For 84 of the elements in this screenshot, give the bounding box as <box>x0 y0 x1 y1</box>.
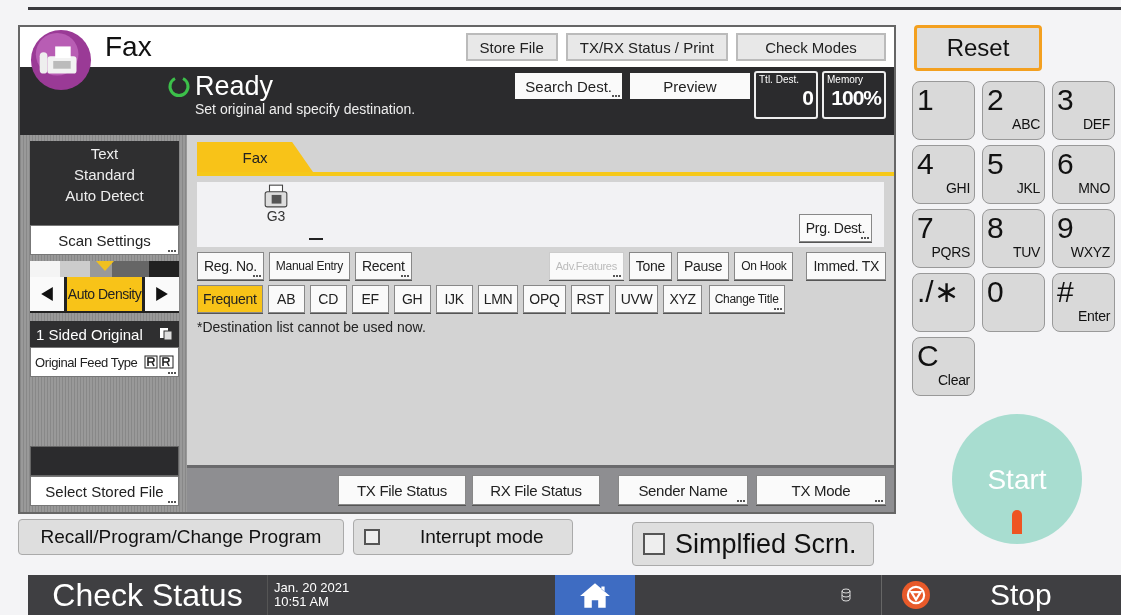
entry-button[interactable]: Pause <box>677 252 730 280</box>
lighter-button[interactable] <box>30 277 64 311</box>
index-tab[interactable]: LMN <box>477 285 519 313</box>
line-type-text: G3 <box>266 208 286 224</box>
keypad-key[interactable]: 3 DEF <box>1052 81 1115 140</box>
setting-text: Auto Detect <box>65 186 144 206</box>
footer-button[interactable]: RX File Status <box>472 475 600 505</box>
header-button[interactable]: Store File <box>465 33 558 61</box>
date-text: Jan. 20 2021 <box>274 581 350 595</box>
fax-tab[interactable]: Fax <box>197 142 313 172</box>
entry-button[interactable]: Reg. No. <box>197 252 264 280</box>
fax-machine-icon <box>263 184 289 208</box>
status-message: Set original and specify destination. <box>195 101 417 117</box>
feed-type-button[interactable]: Original Feed Type <box>30 347 179 377</box>
feed-orientation-icon <box>144 355 174 369</box>
keypad-key[interactable]: 5 JKL <box>982 145 1045 204</box>
entry-button[interactable]: Recent <box>354 252 412 280</box>
keypad-key[interactable]: 0 <box>982 273 1045 332</box>
storage-icon <box>841 588 851 602</box>
keypad-key[interactable]: 4 GHI <box>912 145 975 204</box>
right-arrow-icon <box>156 287 168 301</box>
counter-value: 100% <box>830 85 881 111</box>
header-button[interactable]: TX/RX Status / Print <box>565 33 728 61</box>
scan-settings-button[interactable]: Scan Settings <box>30 225 179 255</box>
counter-value: 0 <box>801 85 813 111</box>
text-cursor <box>309 238 323 240</box>
entry-button[interactable]: On Hook <box>734 252 794 280</box>
index-tab[interactable]: UVW <box>614 285 659 313</box>
index-tab[interactable]: XYZ <box>663 285 702 313</box>
toggle-button[interactable]: Interrupt mode <box>353 519 573 555</box>
home-button[interactable] <box>555 575 636 615</box>
index-tab[interactable]: CD <box>309 285 347 313</box>
footer-button[interactable]: Sender Name <box>618 475 748 505</box>
entry-button[interactable]: Manual Entry <box>268 252 350 280</box>
reset-button[interactable]: Reset <box>914 25 1042 71</box>
time-text: 10:51 AM <box>274 595 330 609</box>
index-tab[interactable]: OPQ <box>523 285 566 313</box>
index-tab[interactable]: EF <box>351 285 389 313</box>
status-button[interactable]: Preview <box>630 73 750 99</box>
note-text: *Destination list cannot be used now. <box>197 319 427 335</box>
keypad-key[interactable]: C Clear <box>912 337 975 396</box>
keypad-key[interactable]: # Enter <box>1052 273 1115 332</box>
entry-button[interactable]: Immed. TX <box>806 252 886 280</box>
keypad-key[interactable]: 8 TUV <box>982 209 1045 268</box>
keypad-key[interactable]: 2 ABC <box>982 81 1045 140</box>
stored-file-button[interactable]: Select Stored File <box>30 476 179 506</box>
status-button[interactable]: Search Dest. <box>515 73 622 99</box>
program-destination-button[interactable]: Prg. Dest. <box>798 214 872 242</box>
auto-density-button[interactable]: Auto Density <box>67 277 142 311</box>
indicator-lamp <box>1012 510 1022 534</box>
footer-button[interactable]: TX Mode <box>756 475 886 505</box>
one-sided-icon <box>159 327 173 341</box>
program-button[interactable]: Recall/Program/Change Program <box>18 519 344 555</box>
counter-label: Memory <box>827 74 865 85</box>
keypad-key[interactable]: ./∗ <box>912 273 975 332</box>
keypad-key[interactable]: 6 MNO <box>1052 145 1115 204</box>
check-status-button[interactable]: Check Status <box>28 575 268 615</box>
stop-icon <box>902 581 930 609</box>
darker-button[interactable] <box>145 277 179 311</box>
keypad-key[interactable]: 1 <box>912 81 975 140</box>
setting-text: Standard <box>74 165 135 185</box>
ready-ring-icon <box>167 74 191 98</box>
index-tab[interactable]: GH <box>393 285 431 313</box>
setting-text: Text <box>90 144 119 164</box>
counter-label: Ttl. Dest. <box>759 74 800 85</box>
entry-button[interactable]: Tone <box>628 252 672 280</box>
index-tab[interactable]: AB <box>267 285 305 313</box>
stop-button[interactable]: Stop <box>990 575 1052 615</box>
index-tab[interactable]: IJK <box>435 285 473 313</box>
index-tab[interactable]: RST <box>570 285 610 313</box>
checkbox[interactable] <box>364 529 380 545</box>
keypad-key[interactable]: 9 WXYZ <box>1052 209 1115 268</box>
index-tab[interactable]: Change Title <box>708 285 785 313</box>
footer-button[interactable]: TX File Status <box>338 475 466 505</box>
app-title: Fax <box>105 31 152 63</box>
toggle-button[interactable]: Simplfied Scrn. <box>632 522 874 566</box>
index-tab[interactable]: Frequent <box>197 285 263 313</box>
keypad-key[interactable]: 7 PQRS <box>912 209 975 268</box>
home-icon <box>579 581 612 609</box>
status-text: Ready <box>195 71 274 101</box>
sides-text: 1 Sided Original <box>36 325 143 343</box>
header-button[interactable]: Check Modes <box>736 33 886 61</box>
checkbox[interactable] <box>643 533 665 555</box>
left-arrow-icon <box>41 287 53 301</box>
